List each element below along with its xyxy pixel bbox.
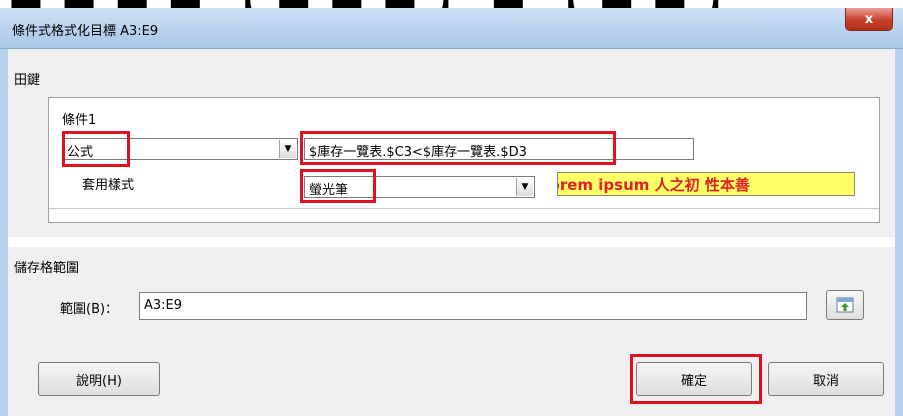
chevron-down-icon[interactable]: ▼ xyxy=(516,178,533,196)
cancel-button[interactable]: 取消 xyxy=(768,362,884,396)
style-preview: Lorem ipsum 人之初 性本善 xyxy=(557,172,855,196)
condition-1-label: 條件1 xyxy=(62,113,97,128)
range-section-label: 儲存格範圍 xyxy=(14,261,80,276)
help-button[interactable]: 說明(H) xyxy=(38,362,160,396)
range-label: 範圍(B)： xyxy=(60,302,119,317)
shrink-range-button[interactable] xyxy=(826,290,864,320)
highlight-box-style xyxy=(300,169,376,203)
window-frame-right xyxy=(895,49,903,416)
highlight-box-ok xyxy=(630,354,762,404)
range-input[interactable]: A3:E9 xyxy=(139,292,807,320)
apply-style-label: 套用樣式 xyxy=(82,178,135,193)
range-value: A3:E9 xyxy=(144,298,183,313)
dialog-content: 田鍵 條件1 公式 ▼ $庫存一覽表.$C3<$庫存一覽表.$D3 套用樣式 螢… xyxy=(8,49,895,416)
chevron-down-icon[interactable]: ▼ xyxy=(279,140,296,158)
style-preview-text: Lorem ipsum 人之初 性本善 xyxy=(557,176,750,194)
conditions-section-label: 田鍵 xyxy=(14,73,41,88)
help-button-label: 說明(H) xyxy=(76,373,122,389)
close-button[interactable]: x xyxy=(845,8,893,31)
title-bar: 條件式格式化目標 A3:E9 x xyxy=(0,8,903,49)
cancel-button-label: 取消 xyxy=(812,373,839,389)
close-icon: x xyxy=(864,11,874,27)
top-cropped-heading: ▬ ▬ ▬ ▬ 【 ▬ ▬ ▬ 】 ▬ 【 ▬ ▬ 】 xyxy=(0,0,903,8)
dialog-title: 條件式格式化目標 A3:E9 xyxy=(12,24,159,39)
window-frame-left xyxy=(0,49,8,416)
cropped-heading-glyphs: ▬ ▬ ▬ ▬ 【 ▬ ▬ ▬ 】 ▬ 【 ▬ ▬ 】 xyxy=(8,0,745,8)
shrink-icon xyxy=(836,297,854,313)
highlight-box-type xyxy=(62,131,130,167)
screenshot-splice-gap xyxy=(8,237,895,247)
highlight-box-formula xyxy=(300,131,616,165)
conditional-format-dialog: 條件式格式化目標 A3:E9 x 田鍵 條件1 公式 ▼ $庫存一覽表.$C3<… xyxy=(0,8,903,416)
